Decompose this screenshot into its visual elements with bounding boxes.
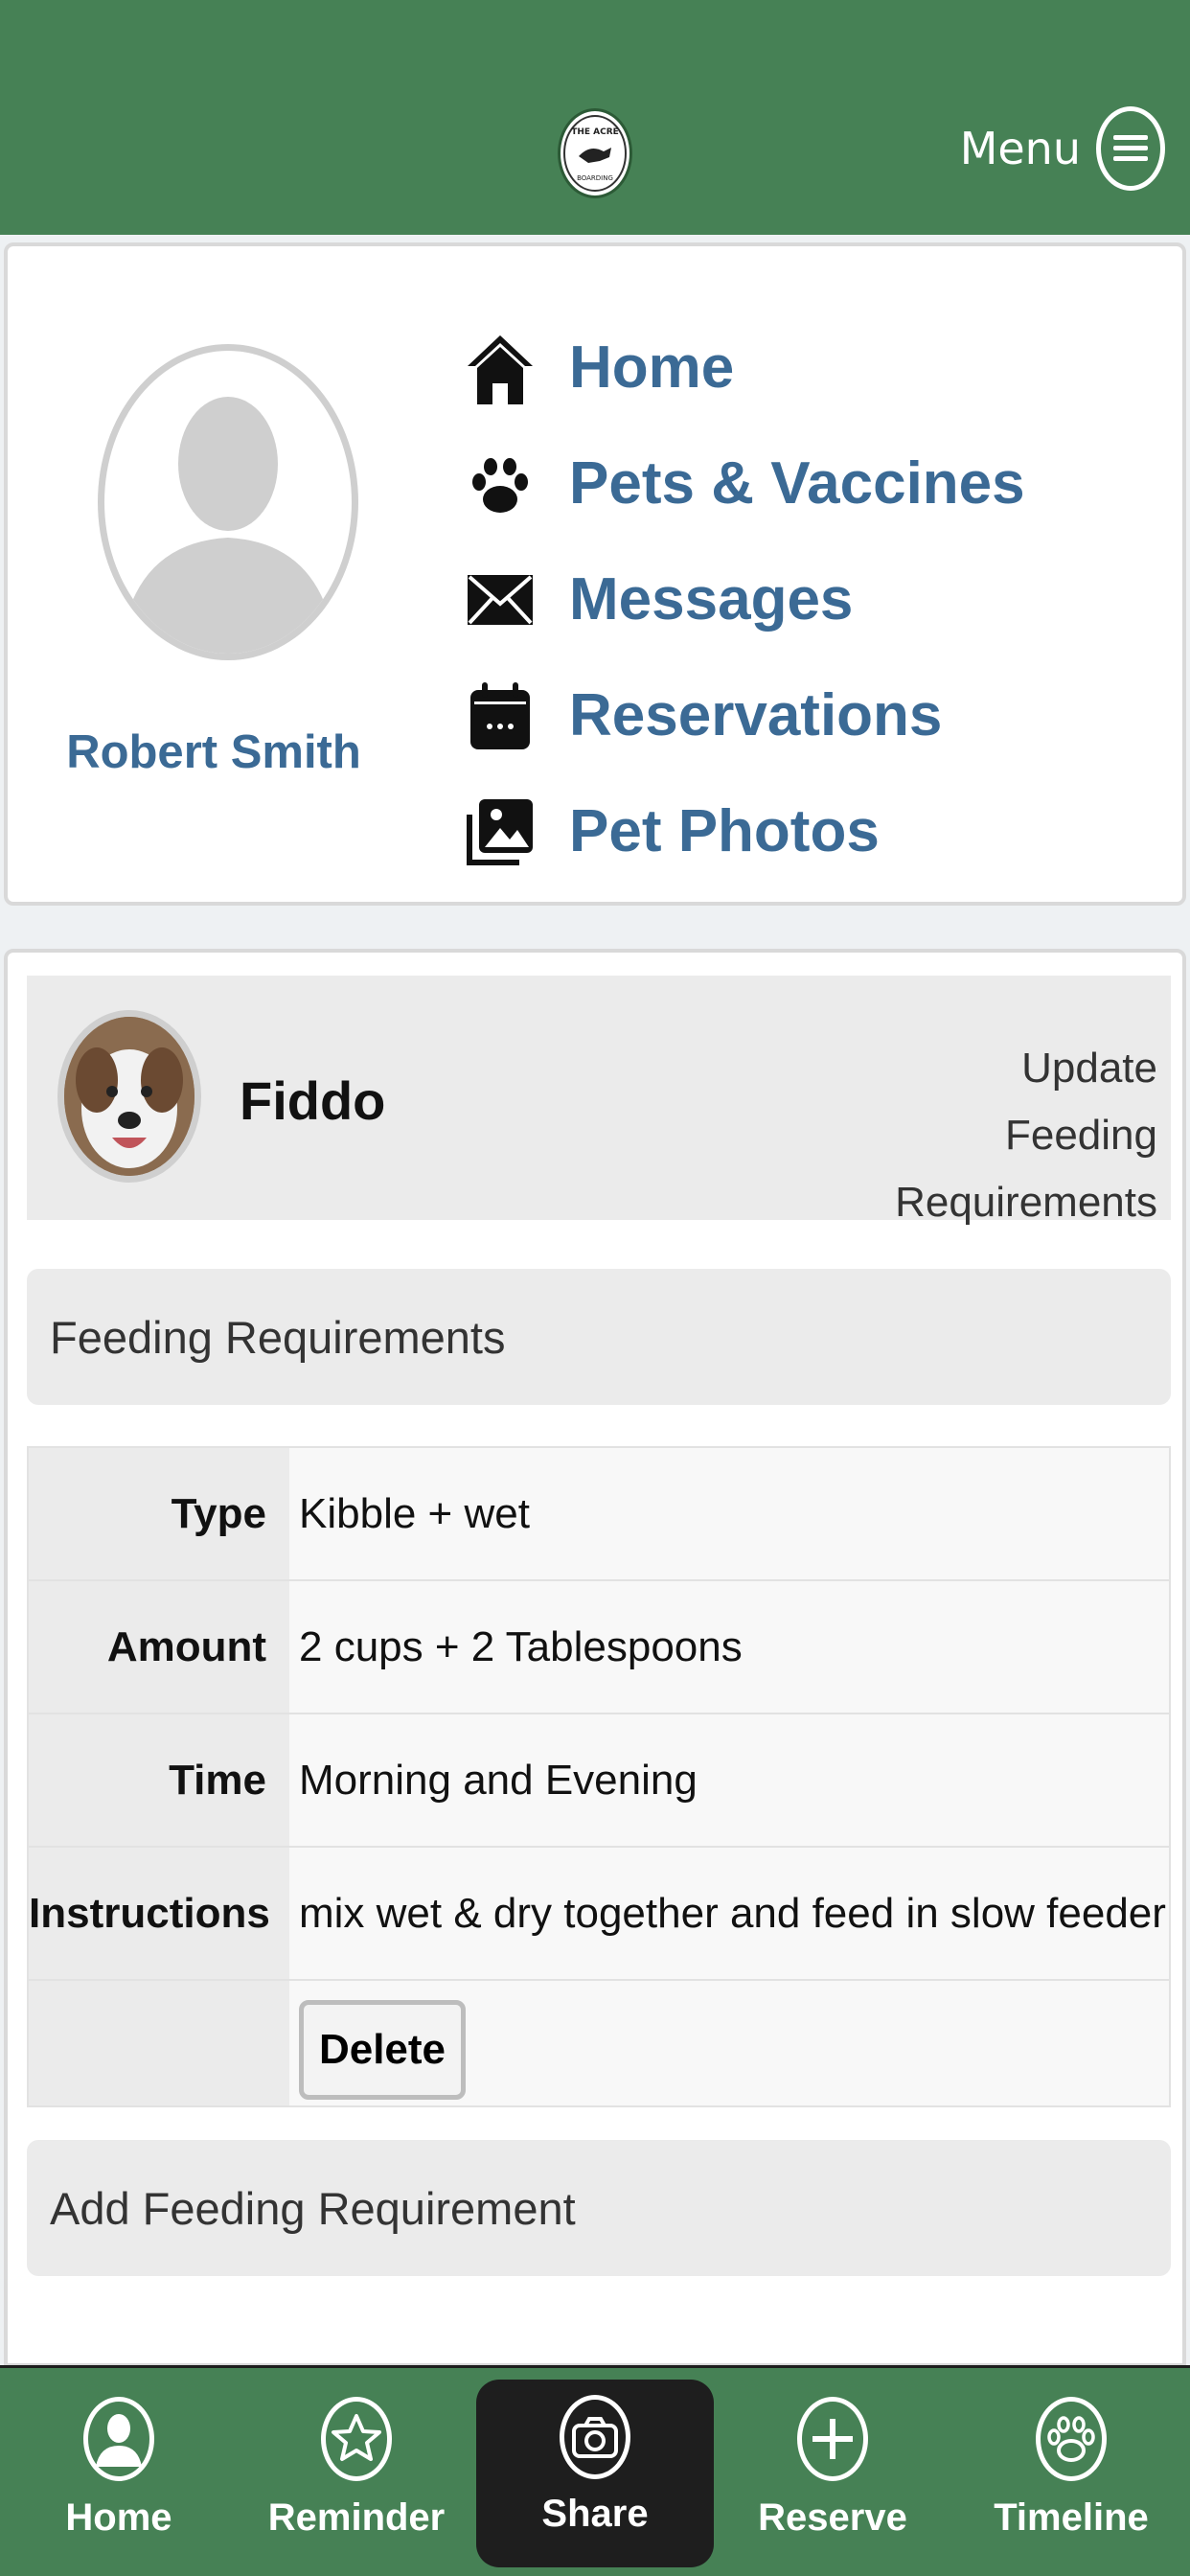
nav-item-reservations[interactable]: Reservations xyxy=(464,657,1025,773)
paw-icon xyxy=(1036,2397,1107,2481)
row-label: Amount xyxy=(106,1623,266,1670)
avatar[interactable] xyxy=(98,344,358,660)
table-row: Time Morning and Evening xyxy=(29,1714,1169,1848)
tab-reserve[interactable]: Reserve xyxy=(714,2368,951,2576)
update-link-line2: Requirements xyxy=(895,1179,1157,1226)
envelope-icon xyxy=(464,557,537,643)
nav-label: Messages xyxy=(569,566,854,632)
nav-label: Reservations xyxy=(569,682,943,748)
svg-text:BOARDING: BOARDING xyxy=(577,174,613,182)
profile-nav: Home Pets & Vaccines Messages Reservatio… xyxy=(464,310,1025,889)
delete-button[interactable]: Delete xyxy=(299,2000,466,2100)
svg-text:THE ACRE: THE ACRE xyxy=(571,127,619,137)
table-row-actions: Delete xyxy=(29,1981,1169,2114)
tab-label: Reserve xyxy=(758,2496,907,2539)
update-feeding-link[interactable]: Update Feeding Requirements xyxy=(870,1035,1157,1236)
hamburger-icon xyxy=(1096,106,1165,191)
plus-icon xyxy=(797,2397,868,2481)
table-row: Type Kibble + wet xyxy=(29,1448,1169,1581)
nav-label: Pet Photos xyxy=(569,798,880,864)
pet-photo[interactable] xyxy=(57,1010,201,1183)
add-feeding-requirement-button[interactable]: Add Feeding Requirement xyxy=(27,2140,1171,2276)
tab-reminder[interactable]: Reminder xyxy=(238,2368,475,2576)
feeding-table: Type Kibble + wet Amount 2 cups + 2 Tabl… xyxy=(27,1446,1171,2107)
menu-label: Menu xyxy=(959,123,1081,174)
menu-button[interactable]: Menu xyxy=(960,106,1165,191)
tab-share[interactable]: Share xyxy=(476,2380,714,2567)
feeding-card: Fiddo Update Feeding Requirements Feedin… xyxy=(4,949,1186,2367)
nav-label: Home xyxy=(569,334,735,401)
table-row: Instructions mix wet & dry together and … xyxy=(29,1848,1169,1981)
app-header: THE ACRE BOARDING Menu xyxy=(0,0,1190,235)
nav-item-home[interactable]: Home xyxy=(464,310,1025,426)
table-row: Amount 2 cups + 2 Tablespoons xyxy=(29,1581,1169,1714)
nav-item-pets-vaccines[interactable]: Pets & Vaccines xyxy=(464,426,1025,541)
camera-icon xyxy=(560,2395,630,2479)
update-link-line1: Update Feeding xyxy=(1004,1045,1157,1159)
nav-label: Pets & Vaccines xyxy=(569,450,1025,517)
home-icon xyxy=(464,325,537,411)
bottom-tab-bar: Home Reminder Share Reserve Timeline xyxy=(0,2365,1190,2576)
tab-timeline[interactable]: Timeline xyxy=(952,2368,1190,2576)
pet-header: Fiddo Update Feeding Requirements xyxy=(27,976,1171,1226)
paw-icon xyxy=(464,441,537,527)
row-value: Kibble + wet xyxy=(299,1490,530,1537)
row-label: Type xyxy=(171,1490,266,1537)
row-label: Time xyxy=(169,1757,266,1804)
tab-home[interactable]: Home xyxy=(0,2368,238,2576)
user-icon xyxy=(83,2397,154,2481)
profile-card: Robert Smith Home Pets & Vaccines Messag… xyxy=(4,242,1186,906)
nav-item-messages[interactable]: Messages xyxy=(464,541,1025,657)
logo[interactable]: THE ACRE BOARDING xyxy=(558,108,632,198)
pet-name: Fiddo xyxy=(240,1070,386,1131)
row-value: Morning and Evening xyxy=(299,1757,698,1804)
row-value: 2 cups + 2 Tablespoons xyxy=(299,1623,743,1670)
row-value: mix wet & dry together and feed in slow … xyxy=(299,1890,1166,1937)
user-name[interactable]: Robert Smith xyxy=(56,725,372,779)
feeding-requirements-header[interactable]: Feeding Requirements xyxy=(27,1269,1171,1405)
tab-label: Home xyxy=(65,2496,172,2539)
nav-item-pet-photos[interactable]: Pet Photos xyxy=(464,773,1025,889)
photos-icon xyxy=(464,789,537,875)
tab-label: Timeline xyxy=(994,2496,1149,2539)
row-label: Instructions xyxy=(29,1890,270,1937)
tab-label: Reminder xyxy=(267,2496,446,2539)
star-icon xyxy=(321,2397,392,2481)
tab-label: Share xyxy=(541,2493,649,2535)
calendar-icon xyxy=(464,673,537,759)
